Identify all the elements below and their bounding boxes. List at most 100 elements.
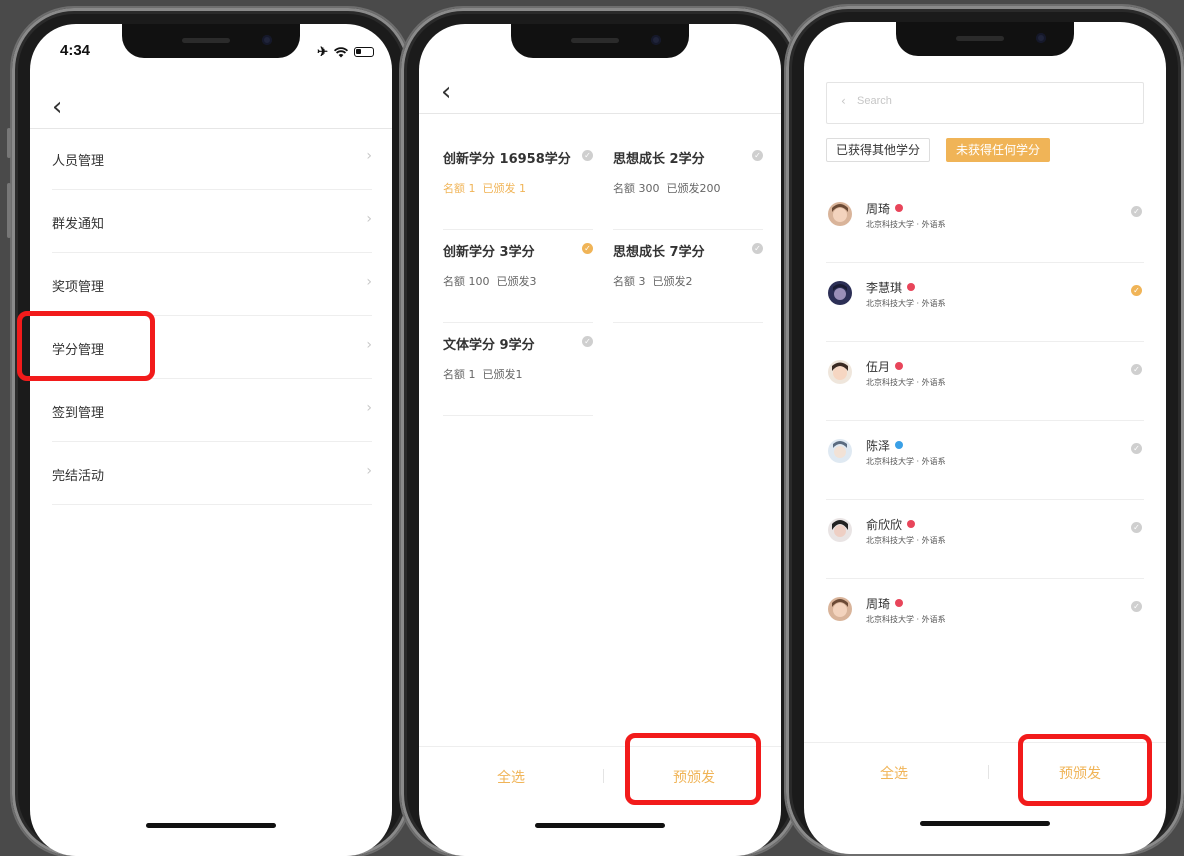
check-icon[interactable]: ✓ [582, 336, 593, 347]
person-school: 北京科技大学 · 外语系 [866, 615, 946, 624]
header-divider [419, 113, 781, 114]
credit-meta: 名额 1 已颁发1 [443, 368, 523, 381]
chevron-right-icon: › [366, 337, 372, 353]
filter-has-other-credits[interactable]: 已获得其他学分 [826, 138, 931, 162]
status-time: 4:34 [60, 42, 91, 59]
person-school: 北京科技大学 · 外语系 [866, 378, 946, 387]
side-button [7, 183, 11, 238]
person-name: 伍月 [866, 358, 904, 375]
chevron-right-icon: › [366, 463, 372, 479]
chevron-right-icon: › [366, 274, 372, 290]
battery-icon [354, 47, 374, 57]
menu-item-label: 签到管理 [52, 406, 105, 421]
chevron-right-icon: › [366, 211, 372, 227]
credit-meta: 名额 100 已颁发3 [443, 275, 537, 288]
credit-card[interactable]: 创新学分 3学分 名额 100 已颁发3 ✓ [443, 231, 593, 323]
person-name: 陈泽 [866, 437, 904, 454]
search-placeholder: Search [857, 95, 892, 107]
side-button [7, 128, 11, 158]
menu-item-checkin[interactable]: 签到管理 › [30, 380, 392, 442]
menu-item-awards[interactable]: 奖项管理 › [30, 254, 392, 316]
credit-card[interactable]: 思想成长 2学分 名额 300 已颁发200 ✓ [613, 138, 763, 230]
menu-item-finish[interactable]: 完结活动 › [30, 443, 392, 505]
credit-meta: 名额 1 已颁发 1 [443, 182, 526, 195]
check-icon[interactable]: ✓ [1131, 601, 1142, 612]
credit-title: 思想成长 7学分 [613, 245, 705, 260]
avatar [828, 202, 852, 226]
credit-title: 创新学分 3学分 [443, 245, 535, 260]
menu-item-personnel[interactable]: 人员管理 › [30, 128, 392, 190]
avatar [828, 439, 852, 463]
chevron-right-icon: › [366, 148, 372, 164]
person-name: 李慧琪 [866, 279, 916, 296]
credit-meta: 名额 3 已颁发2 [613, 275, 693, 288]
check-icon[interactable]: ✓ [1131, 443, 1142, 454]
credit-title: 文体学分 9学分 [443, 338, 535, 353]
list-item[interactable]: 周琦 北京科技大学 · 外语系 ✓ [826, 579, 1144, 658]
avatar [828, 518, 852, 542]
avatar [828, 281, 852, 305]
select-all-button[interactable]: 全选 [880, 763, 908, 783]
avatar [828, 360, 852, 384]
female-icon [907, 520, 916, 528]
notch [896, 22, 1074, 56]
check-icon[interactable]: ✓ [1131, 522, 1142, 533]
female-icon [895, 599, 904, 607]
screen-2: ‹ 创新学分 16958学分 名额 1 已颁发 1 ✓ 思想成长 2学分 名额 … [419, 24, 781, 856]
highlight-box [17, 311, 155, 381]
credit-card[interactable]: 文体学分 9学分 名额 1 已颁发1 ✓ [443, 324, 593, 416]
phone-2: ‹ 创新学分 16958学分 名额 1 已颁发 1 ✓ 思想成长 2学分 名额 … [401, 8, 804, 856]
back-chevron-icon[interactable]: ‹ [52, 94, 62, 120]
home-indicator [920, 821, 1050, 826]
back-chevron-icon[interactable]: ‹ [441, 79, 451, 105]
avatar [828, 597, 852, 621]
check-icon[interactable]: ✓ [1131, 285, 1142, 296]
person-school: 北京科技大学 · 外语系 [866, 457, 946, 466]
check-icon[interactable]: ✓ [752, 243, 763, 254]
person-school: 北京科技大学 · 外语系 [866, 299, 946, 308]
menu-item-group-notify[interactable]: 群发通知 › [30, 191, 392, 253]
female-icon [907, 283, 916, 291]
wifi-icon [334, 46, 348, 57]
list-item[interactable]: 周琦 北京科技大学 · 外语系 ✓ [826, 184, 1144, 263]
credit-title: 创新学分 16958学分 [443, 152, 571, 167]
person-school: 北京科技大学 · 外语系 [866, 220, 946, 229]
filter-no-credits[interactable]: 未获得任何学分 [946, 138, 1051, 162]
phone-3: ‹ Search 已获得其他学分 未获得任何学分 周琦 北京科技大学 · 外语系… [786, 6, 1184, 854]
highlight-box [625, 733, 761, 805]
notch [511, 24, 689, 58]
list-item[interactable]: 李慧琪 北京科技大学 · 外语系 ✓ [826, 263, 1144, 342]
chevron-left-icon: ‹ [841, 94, 846, 108]
female-icon [895, 204, 904, 212]
menu-item-label: 奖项管理 [52, 280, 105, 295]
male-icon [895, 441, 904, 449]
select-all-button[interactable]: 全选 [497, 767, 525, 787]
notch [122, 24, 300, 58]
list-item[interactable]: 伍月 北京科技大学 · 外语系 ✓ [826, 342, 1144, 421]
menu-item-label: 群发通知 [52, 217, 105, 232]
person-school: 北京科技大学 · 外语系 [866, 536, 946, 545]
screen-3: ‹ Search 已获得其他学分 未获得任何学分 周琦 北京科技大学 · 外语系… [804, 22, 1166, 854]
person-name: 俞欣欣 [866, 516, 916, 533]
person-name: 周琦 [866, 595, 904, 612]
credit-card[interactable]: 创新学分 16958学分 名额 1 已颁发 1 ✓ [443, 138, 593, 230]
list-item[interactable]: 陈泽 北京科技大学 · 外语系 ✓ [826, 421, 1144, 500]
airplane-icon: ✈ [317, 44, 328, 59]
female-icon [895, 362, 904, 370]
home-indicator [535, 823, 665, 828]
check-icon[interactable]: ✓ [1131, 364, 1142, 375]
credit-card[interactable]: 思想成长 7学分 名额 3 已颁发2 ✓ [613, 231, 763, 323]
home-indicator [146, 823, 276, 828]
check-icon[interactable]: ✓ [582, 243, 593, 254]
search-input[interactable]: ‹ Search [826, 82, 1144, 124]
menu-item-label: 人员管理 [52, 154, 105, 169]
phone-1: 4:34 ✈ ‹ 人员管理 › 群发通知 › 奖项管理 › 学分管理 › 签到管… [7, 8, 415, 856]
credit-title: 思想成长 2学分 [613, 152, 705, 167]
screen-1: 4:34 ✈ ‹ 人员管理 › 群发通知 › 奖项管理 › 学分管理 › 签到管… [30, 24, 392, 856]
check-icon[interactable]: ✓ [1131, 206, 1142, 217]
person-name: 周琦 [866, 200, 904, 217]
check-icon[interactable]: ✓ [582, 150, 593, 161]
list-item[interactable]: 俞欣欣 北京科技大学 · 外语系 ✓ [826, 500, 1144, 579]
menu-item-label: 完结活动 [52, 469, 105, 484]
check-icon[interactable]: ✓ [752, 150, 763, 161]
